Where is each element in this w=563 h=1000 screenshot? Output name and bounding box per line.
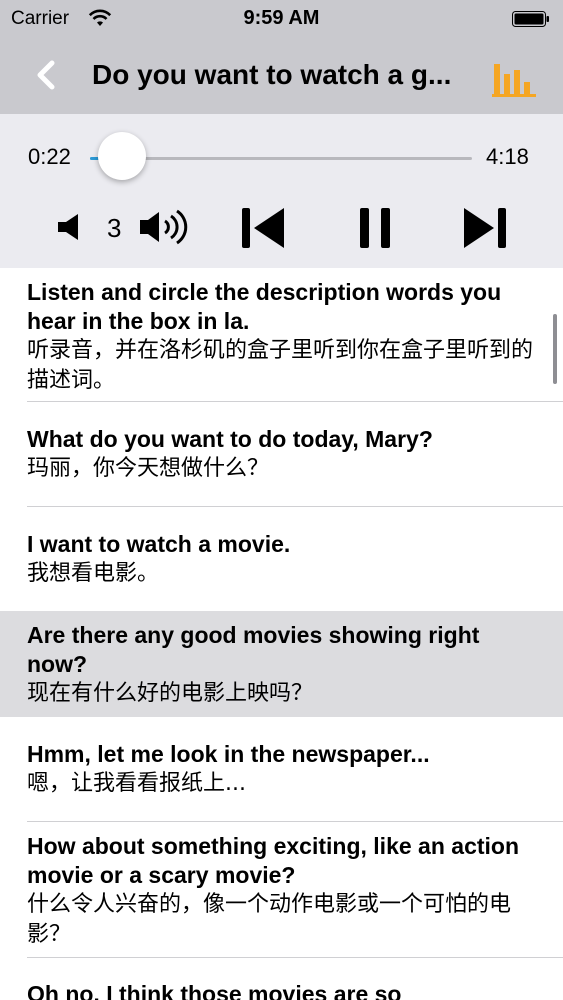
status-time: 9:59 AM: [243, 7, 320, 29]
sentence-english: What do you want to do today, Mary?: [27, 426, 433, 452]
audio-player: 0:22 4:18 3: [0, 114, 563, 268]
list-item-active[interactable]: Are there any good movies showing right …: [0, 611, 563, 717]
progress-slider[interactable]: [90, 157, 472, 160]
volume-down-icon[interactable]: [56, 212, 84, 242]
row-divider: [27, 401, 563, 402]
sentence-english: Listen and circle the description words …: [27, 279, 502, 334]
sentence-chinese: 玛丽，你今天想做什么？: [27, 456, 270, 481]
volume-up-icon[interactable]: [138, 206, 190, 248]
sentence-english: I want to watch a movie.: [27, 531, 291, 557]
sentence-english: How about something exciting, like an ac…: [27, 833, 520, 888]
list-item[interactable]: Oh no, I think those movies are so: [0, 980, 563, 1000]
sentence-chinese: 我想看电影。: [27, 561, 160, 586]
sentence-chinese: 听录音，并在洛杉矶的盒子里听到你在盒子里听到的描述词。: [27, 338, 534, 393]
volume-level: 3: [107, 213, 122, 243]
sentence-english: Are there any good movies showing right …: [27, 622, 480, 677]
row-divider: [27, 821, 563, 822]
list-item[interactable]: Listen and circle the description words …: [0, 278, 563, 396]
previous-track-icon[interactable]: [240, 206, 286, 250]
elapsed-time: 0:22: [28, 144, 71, 169]
bar-chart-icon[interactable]: [492, 60, 536, 98]
sentence-english: Oh no, I think those movies are so: [27, 981, 402, 1000]
battery-icon: [512, 11, 549, 27]
sentence-english: Hmm, let me look in the newspaper...: [27, 741, 430, 767]
back-button[interactable]: [30, 58, 62, 92]
sentence-chinese: 现在有什么好的电影上映吗？: [27, 681, 314, 706]
list-item[interactable]: How about something exciting, like an ac…: [0, 832, 563, 950]
transcript-list[interactable]: Listen and circle the description words …: [0, 268, 563, 1000]
next-track-icon[interactable]: [462, 206, 508, 250]
row-divider: [27, 506, 563, 507]
list-item[interactable]: What do you want to do today, Mary? 玛丽，你…: [0, 425, 563, 484]
row-divider: [27, 957, 563, 958]
nav-bar: Do you want to watch a g...: [0, 38, 563, 114]
scroll-indicator[interactable]: [553, 314, 557, 384]
status-bar: Carrier 9:59 AM: [0, 0, 563, 38]
pause-icon[interactable]: [358, 206, 392, 250]
sentence-chinese: 嗯，让我看看报纸上...: [27, 771, 246, 796]
sentence-chinese: 什么令人兴奋的，像一个动作电影或一个可怕的电影？: [27, 892, 512, 947]
list-item[interactable]: Hmm, let me look in the newspaper... 嗯，让…: [0, 740, 563, 799]
total-time: 4:18: [486, 144, 529, 169]
page-title: Do you want to watch a g...: [92, 59, 452, 90]
list-item[interactable]: I want to watch a movie. 我想看电影。: [0, 530, 563, 589]
slider-thumb[interactable]: [98, 132, 147, 180]
